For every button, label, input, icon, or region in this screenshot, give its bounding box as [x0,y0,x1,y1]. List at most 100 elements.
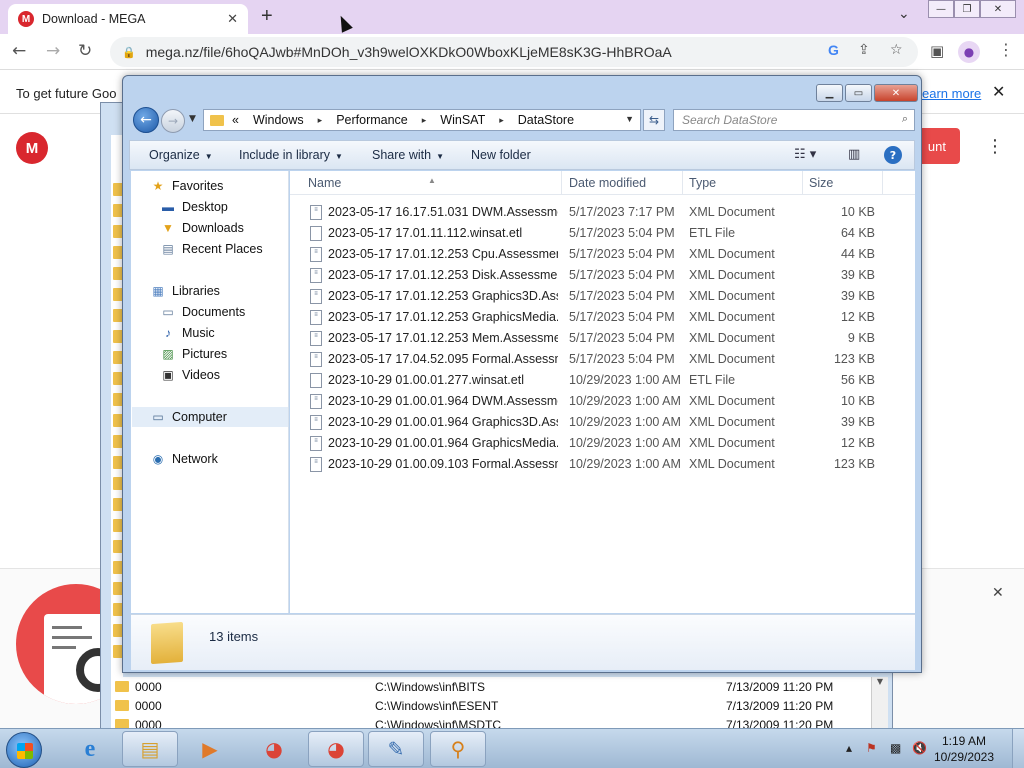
table-row[interactable]: ≡ 2023-05-17 17.01.12.253 Disk.Assessment… [290,265,915,286]
explorer-address-bar[interactable]: « Windows ▸ Performance ▸ WinSAT ▸ DataS… [203,109,641,131]
new-tab-button[interactable]: + [261,5,273,28]
internet-explorer-icon[interactable]: e [62,731,118,767]
system-clock[interactable]: 1:19 AM 10/29/2023 [924,733,1004,765]
nav-downloads[interactable]: ▼ Downloads [160,218,244,238]
explorer-minimize-button[interactable]: ▁ [816,84,843,102]
close-window-button[interactable]: ✕ [980,0,1016,18]
breadcrumb-item[interactable]: WinSAT [440,113,485,127]
table-row[interactable]: ≡ 2023-10-29 01.00.01.964 GraphicsMedia.A… [290,433,915,454]
show-desktop-button[interactable] [1012,729,1024,768]
start-button[interactable] [6,732,42,768]
breadcrumb-overflow[interactable]: « [232,113,239,127]
table-row[interactable]: 2023-05-17 17.01.11.112.winsat.etl 5/17/2… [290,223,915,244]
column-divider[interactable] [882,171,883,195]
nav-favorites[interactable]: ★ Favorites [150,176,224,196]
breadcrumb-item[interactable]: Windows [253,113,304,127]
column-divider[interactable] [682,171,683,195]
share-with-button[interactable]: Share with ▼ [372,148,444,162]
explorer-close-button[interactable]: ✕ [874,84,918,102]
table-row[interactable]: ≡ 2023-05-17 17.01.12.253 Mem.Assessmen..… [290,328,915,349]
breadcrumb-separator-icon[interactable]: ▸ [318,115,323,126]
table-row[interactable]: ≡ 2023-10-29 01.00.01.964 Graphics3D.Asse… [290,412,915,433]
column-name[interactable]: Name [308,176,341,190]
nav-desktop[interactable]: ▬ Desktop [160,197,228,217]
side-panel-icon[interactable]: ▣ [930,42,944,60]
mega-logo[interactable]: M [16,132,48,164]
share-icon[interactable]: ⇪ [858,42,870,58]
clock-time: 1:19 AM [941,734,987,748]
table-row[interactable]: ≡ 2023-05-17 17.04.52.095 Formal.Assessm.… [290,349,915,370]
app-icon[interactable]: ✎ [368,731,424,767]
nav-libraries[interactable]: ▦ Libraries [150,281,220,301]
search-input[interactable]: Search DataStore ⌕ [673,109,915,131]
chrome-menu-icon[interactable]: ⋮ [998,40,1014,59]
chrome-icon[interactable]: ◕ [246,731,302,767]
action-center-icon[interactable]: ⚑ [866,741,877,755]
table-row[interactable]: ≡ 2023-10-29 01.00.01.964 DWM.Assessme...… [290,391,915,412]
list-item[interactable]: 0000 C:\Windows\inf\ESENT 7/13/2009 11:2… [111,696,871,715]
refresh-icon[interactable]: ⇆ [643,109,665,131]
column-size[interactable]: Size [809,176,833,190]
breadcrumb-item[interactable]: Performance [336,113,408,127]
table-row[interactable]: 2023-10-29 01.00.01.277.winsat.etl 10/29/… [290,370,915,391]
tab-search-chevron-icon[interactable]: ⌄ [898,6,910,22]
include-in-library-button[interactable]: Include in library ▼ [239,148,343,162]
google-translate-icon[interactable]: G [828,42,839,58]
preview-pane-icon[interactable]: ▥ [848,147,860,162]
nav-network[interactable]: ◉ Network [150,449,218,469]
list-item[interactable]: 0000 C:\Windows\inf\BITS 7/13/2009 11:20… [111,677,871,696]
forward-arrow-icon[interactable]: → [46,41,60,61]
column-type[interactable]: Type [689,176,716,190]
profile-avatar-icon[interactable]: ● [958,41,980,63]
tray-expand-icon[interactable]: ▴ [846,741,852,755]
url-text[interactable]: mega.nz/file/6hoQAJwb#MnDOh_v3h9welOXKDk… [146,44,672,60]
chrome-active-window-icon[interactable]: ◕ [308,731,364,767]
change-view-icon[interactable]: ☷ ▾ [794,147,816,162]
file-date-modified: 5/17/2023 7:17 PM [569,205,675,219]
minimize-button[interactable]: — [928,0,954,18]
search-magnifier-app-icon[interactable]: ⚲ [430,731,486,767]
tab-close-button[interactable]: ✕ [227,12,238,27]
network-tray-icon[interactable]: ▩ [890,741,901,755]
reload-icon[interactable]: ↻ [78,41,92,61]
table-row[interactable]: ≡ 2023-05-17 17.01.12.253 Cpu.Assessment … [290,244,915,265]
breadcrumb-separator-icon[interactable]: ▸ [499,115,504,126]
lock-icon[interactable]: 🔒 [122,46,136,59]
nav-pictures[interactable]: ▨ Pictures [160,344,227,364]
breadcrumb-item[interactable]: DataStore [518,113,574,127]
recent-pages-dropdown-icon[interactable]: ▼ [189,114,196,124]
back-arrow-icon[interactable]: ← [12,41,26,61]
explorer-maximize-button[interactable]: ▭ [845,84,872,102]
nav-computer[interactable]: ▭ Computer [132,407,288,427]
info-bar-close-icon[interactable]: ✕ [992,82,1005,101]
table-row[interactable]: ≡ 2023-10-29 01.00.09.103 Formal.Assessm.… [290,454,915,475]
column-date-modified[interactable]: Date modified [569,176,646,190]
restore-button[interactable]: ❐ [954,0,980,18]
mega-menu-icon[interactable]: ⋮ [986,136,1004,157]
explorer-back-button[interactable]: ← [133,107,159,133]
breadcrumb-separator-icon[interactable]: ▸ [422,115,427,126]
organize-button[interactable]: Organize ▼ [149,148,213,162]
address-dropdown-icon[interactable]: ▼ [625,114,634,124]
table-row[interactable]: ≡ 2023-05-17 16.17.51.031 DWM.Assessme...… [290,202,915,223]
table-row[interactable]: ≡ 2023-05-17 17.01.12.253 Graphics3D.Asse… [290,286,915,307]
windows-explorer-icon[interactable]: ▤ [122,731,178,767]
media-player-icon[interactable]: ▶ [182,731,238,767]
address-bar[interactable]: 🔒 mega.nz/file/6hoQAJwb#MnDOh_v3h9welOXK… [110,37,918,67]
bookmark-star-icon[interactable]: ☆ [890,42,903,58]
banner-close-icon[interactable]: ✕ [992,585,1004,601]
background-scrollbar[interactable]: ▼ [871,677,888,731]
help-icon[interactable]: ? [884,146,902,164]
new-folder-button[interactable]: New folder [471,148,531,162]
table-row[interactable]: ≡ 2023-05-17 17.01.12.253 GraphicsMedia.A… [290,307,915,328]
explorer-forward-button[interactable]: → [161,109,185,133]
column-divider[interactable] [802,171,803,195]
browser-tab[interactable]: M Download - MEGA ✕ [8,4,248,34]
column-divider[interactable] [561,171,562,195]
nav-music[interactable]: ♪ Music [160,323,215,343]
learn-more-link[interactable]: earn more [922,86,981,101]
nav-videos[interactable]: ▣ Videos [160,365,220,385]
search-icon[interactable]: ⌕ [902,113,908,126]
nav-documents[interactable]: ▭ Documents [160,302,245,322]
nav-recent-places[interactable]: ▤ Recent Places [160,239,262,259]
